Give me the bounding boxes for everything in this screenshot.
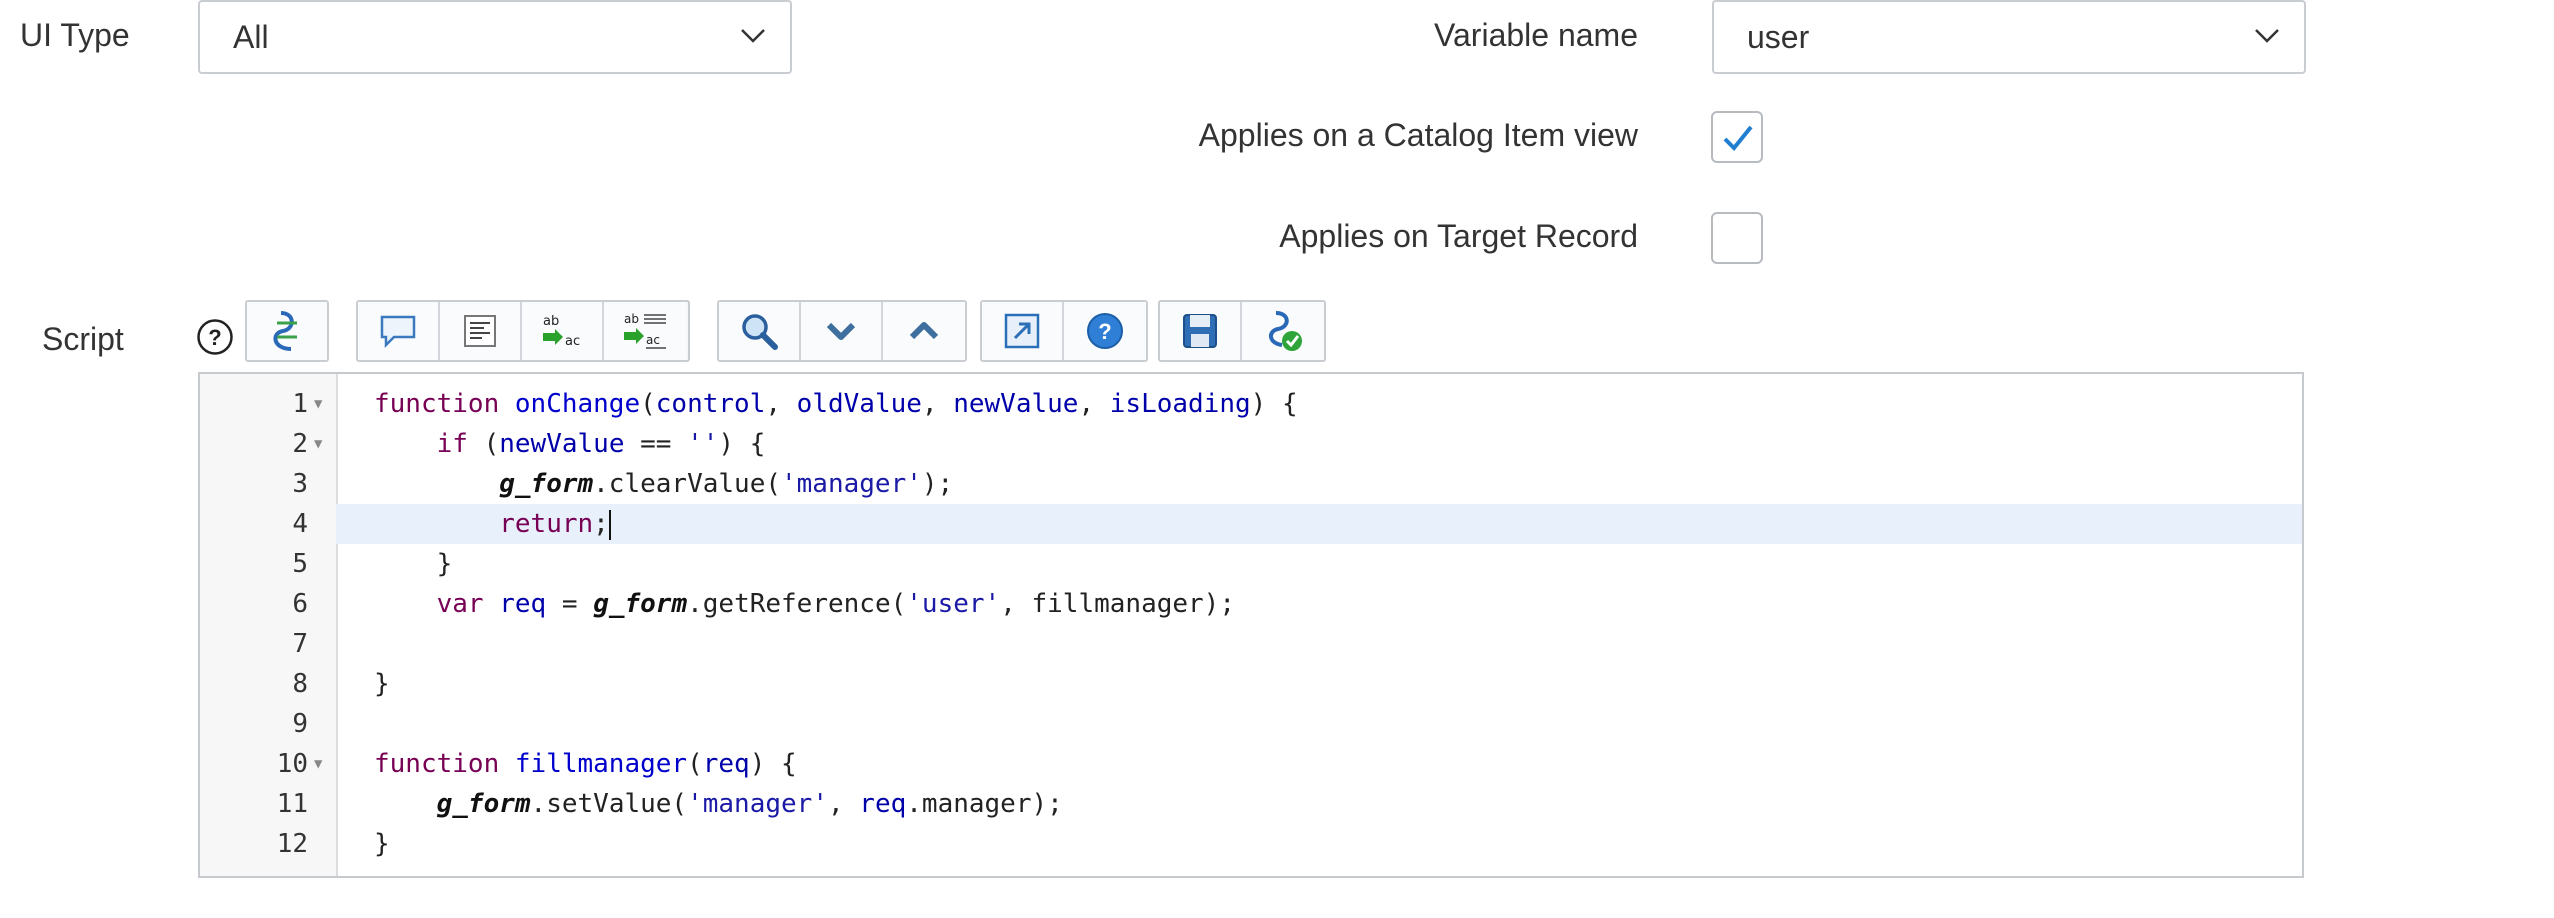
search-icon	[742, 314, 778, 350]
line-number: 11	[276, 789, 308, 819]
toolbar-group-edit: ab ac ab ac	[356, 300, 690, 362]
comment-button[interactable]	[358, 302, 440, 360]
applies-target-checkbox[interactable]	[1711, 212, 1763, 264]
svg-text:ac: ac	[646, 333, 660, 347]
save-button[interactable]	[1160, 302, 1242, 360]
code-line: 9	[200, 704, 2302, 744]
line-number: 4	[292, 509, 308, 539]
code-line: 5 }	[200, 544, 2302, 584]
toolbar-group-search	[717, 300, 967, 362]
svg-text:ab: ab	[543, 314, 559, 329]
question-circle-icon[interactable]: ?	[196, 318, 234, 356]
code-text: return;	[499, 509, 611, 540]
line-number: 5	[292, 549, 308, 579]
replace-icon: ab ac	[543, 314, 580, 349]
toolbar-group-save	[1158, 300, 1326, 362]
replace-all-button[interactable]: ab ac	[604, 302, 686, 360]
code-line: 2 ▼ if (newValue == '') {	[200, 424, 2302, 464]
variable-name-select[interactable]: user	[1712, 0, 2306, 74]
script-format-icon	[273, 311, 297, 351]
checkmark-icon	[1723, 125, 1753, 151]
applies-catalog-label: Applies on a Catalog Item view	[1198, 117, 1638, 153]
line-number: 3	[292, 469, 308, 499]
code-line: 7	[200, 624, 2302, 664]
code-line: 6 var req = g_form.getReference('user', …	[200, 584, 2302, 624]
code-line: 10 ▼ function fillmanager(req) {	[200, 744, 2302, 784]
find-previous-button[interactable]	[883, 302, 965, 360]
ui-type-label: UI Type	[20, 17, 130, 53]
code-text: var req = g_form.getReference('user', fi…	[436, 589, 1235, 619]
fold-arrow-icon[interactable]: ▼	[314, 384, 322, 424]
chevron-up-icon	[909, 322, 939, 340]
help-icon: ?	[1087, 313, 1123, 349]
code-text: }	[374, 549, 453, 579]
line-number: 2	[292, 429, 308, 459]
code-line: 11 g_form.setValue('manager', req.manage…	[200, 784, 2302, 824]
code-text: function onChange(control, oldValue, new…	[374, 389, 1298, 419]
line-number: 9	[292, 709, 308, 739]
code-text: }	[374, 829, 390, 859]
format-code-button[interactable]	[440, 302, 522, 360]
script-editor[interactable]: 1 ▼ function onChange(control, oldValue,…	[198, 372, 2304, 878]
line-number: 6	[292, 589, 308, 619]
chevron-down-icon	[741, 29, 765, 43]
svg-text:ac: ac	[565, 334, 580, 349]
replace-button[interactable]: ab ac	[522, 302, 604, 360]
variable-name-value: user	[1747, 19, 1810, 55]
applies-target-label: Applies on Target Record	[1279, 218, 1638, 254]
code-line-active: 4 return;	[292, 504, 2302, 544]
svg-text:?: ?	[208, 325, 221, 350]
format-code-icon	[464, 315, 496, 347]
fold-arrow-icon[interactable]: ▼	[314, 744, 322, 784]
find-next-button[interactable]	[801, 302, 883, 360]
fullscreen-button[interactable]	[982, 302, 1064, 360]
script-label: Script	[42, 321, 124, 357]
toolbar-group-format	[245, 300, 329, 362]
replace-all-icon: ab ac	[624, 312, 666, 349]
script-format-button[interactable]	[247, 302, 327, 360]
code-line: 8 }	[200, 664, 2302, 704]
line-number: 10	[276, 749, 308, 779]
line-number: 1	[292, 389, 308, 419]
script-debug-icon	[1269, 311, 1302, 351]
code-line: 1 ▼ function onChange(control, oldValue,…	[200, 384, 2302, 424]
code-text: g_form.clearValue('manager');	[499, 469, 954, 499]
script-debug-button[interactable]	[1242, 302, 1324, 360]
text-cursor	[608, 509, 611, 540]
chevron-down-icon	[826, 322, 856, 340]
code-text: g_form.setValue('manager', req.manager);	[436, 789, 1063, 819]
toolbar-group-view: ?	[980, 300, 1148, 362]
code-text: if (newValue == '') {	[436, 429, 766, 459]
svg-text:ab: ab	[624, 312, 639, 326]
svg-text:?: ?	[1098, 319, 1111, 344]
line-number: 12	[276, 829, 308, 859]
ui-type-value: All	[233, 19, 269, 55]
code-text: function fillmanager(req) {	[374, 749, 797, 779]
help-button[interactable]: ?	[1064, 302, 1146, 360]
ui-type-select[interactable]: All	[198, 0, 792, 74]
line-number: 8	[292, 669, 308, 699]
code-text: }	[374, 669, 390, 699]
comment-icon	[380, 315, 416, 349]
line-number: 7	[292, 629, 308, 659]
code-line: 12 }	[200, 824, 2302, 864]
search-button[interactable]	[719, 302, 801, 360]
save-icon	[1183, 314, 1217, 348]
chevron-down-icon	[2255, 29, 2279, 43]
applies-catalog-checkbox[interactable]	[1711, 111, 1763, 163]
fullscreen-icon	[1004, 313, 1040, 349]
code-line: 3 g_form.clearValue('manager');	[200, 464, 2302, 504]
variable-name-label: Variable name	[1434, 17, 1638, 53]
fold-arrow-icon[interactable]: ▼	[314, 424, 322, 464]
